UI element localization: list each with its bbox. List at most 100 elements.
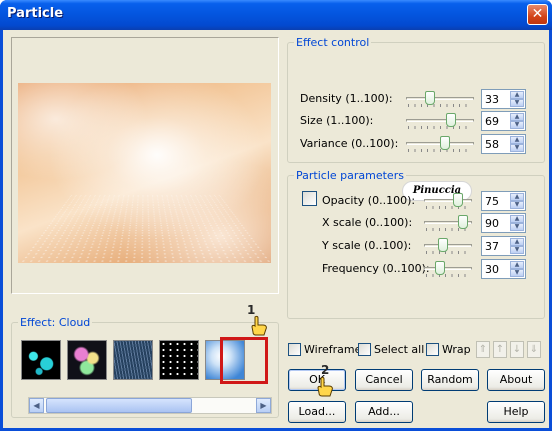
- size-spinbox[interactable]: 69 ▲ ▼: [481, 111, 526, 131]
- arrow-down-icon: ↓: [512, 344, 522, 355]
- density-label: Density (1..100):: [300, 92, 393, 105]
- thumb-bokeh[interactable]: [67, 340, 107, 380]
- frequency-spinbox[interactable]: 30 ▲ ▼: [481, 259, 526, 279]
- density-spinbox[interactable]: 33 ▲ ▼: [481, 89, 526, 109]
- slider-knob[interactable]: [438, 238, 449, 252]
- variance-spinbox[interactable]: 58 ▲ ▼: [481, 134, 526, 154]
- frequency-slider[interactable]: [424, 259, 472, 279]
- spin-up-icon[interactable]: ▲: [510, 215, 524, 223]
- opacity-spinbox[interactable]: 75 ▲ ▼: [481, 191, 526, 211]
- spin-up-icon[interactable]: ▲: [510, 238, 524, 246]
- wrap-label: Wrap: [442, 343, 471, 356]
- scroll-right-button[interactable]: ▶: [256, 398, 271, 413]
- add-button[interactable]: Add...: [355, 401, 413, 423]
- scroll-thumb[interactable]: [46, 398, 192, 413]
- spin-down-icon[interactable]: ▼: [510, 201, 524, 209]
- opacity-slider[interactable]: [424, 191, 472, 211]
- spin-down-icon[interactable]: ▼: [510, 269, 524, 277]
- spin-down-icon[interactable]: ▼: [510, 99, 524, 107]
- load-button[interactable]: Load...: [288, 401, 346, 423]
- thumb-rain[interactable]: [113, 340, 153, 380]
- x-scale-spinbox[interactable]: 90 ▲ ▼: [481, 213, 526, 233]
- thumb-stars[interactable]: [159, 340, 199, 380]
- spin-up-icon[interactable]: ▲: [510, 113, 524, 121]
- dialog-body: Effect: Cloud ◀ ▶ Effect control Density…: [3, 30, 549, 428]
- density-slider[interactable]: [406, 89, 474, 109]
- size-row: Size (1..100): 69 ▲ ▼: [300, 111, 540, 131]
- x-scale-row: X scale (0..100): 90 ▲ ▼: [322, 213, 542, 233]
- opacity-checkbox[interactable]: [302, 191, 317, 206]
- thumbnail-scrollbar[interactable]: ◀ ▶: [28, 397, 272, 414]
- slider-knob[interactable]: [435, 261, 446, 275]
- preview-panel: [11, 37, 279, 294]
- cancel-button[interactable]: Cancel: [355, 369, 413, 391]
- window-title: Particle: [7, 6, 64, 21]
- arrow-left-icon: ◀: [33, 401, 40, 410]
- scroll-left-button[interactable]: ◀: [29, 398, 44, 413]
- slider-knob[interactable]: [439, 136, 450, 150]
- y-scale-spinbox[interactable]: 37 ▲ ▼: [481, 236, 526, 256]
- variance-value: 58: [485, 138, 499, 151]
- spin-up-icon[interactable]: ▲: [510, 193, 524, 201]
- slider-ticks: [426, 251, 470, 254]
- variance-slider[interactable]: [406, 134, 474, 154]
- preview-image: [18, 83, 271, 263]
- frequency-row: Frequency (0..100): 30 ▲ ▼: [322, 259, 542, 279]
- select-all-label: Select all: [374, 343, 425, 356]
- layer-order-buttons: ⇑ ↑ ↓ ⇓: [476, 341, 546, 359]
- particle-dots: [18, 194, 271, 263]
- spin-down-icon[interactable]: ▼: [510, 223, 524, 231]
- arrow-up-icon: ↑: [495, 344, 505, 355]
- variance-row: Variance (0..100): 58 ▲ ▼: [300, 134, 540, 154]
- close-icon: ✕: [531, 6, 544, 22]
- x-scale-label: X scale (0..100):: [322, 216, 413, 229]
- pointing-hand-icon: [317, 376, 333, 397]
- arrow-right-icon: ▶: [260, 401, 267, 410]
- wireframe-label: Wireframe: [304, 343, 362, 356]
- size-label: Size (1..100):: [300, 114, 374, 127]
- slider-knob[interactable]: [425, 91, 436, 105]
- slider-knob[interactable]: [446, 113, 457, 127]
- frequency-label: Frequency (0..100):: [322, 262, 430, 275]
- x-scale-value: 90: [485, 217, 499, 230]
- spin-up-icon[interactable]: ▲: [510, 261, 524, 269]
- slider-ticks: [408, 126, 472, 129]
- help-button[interactable]: Help: [487, 401, 545, 423]
- thumb-bubbles[interactable]: [21, 340, 61, 380]
- effect-control-label: Effect control: [296, 36, 370, 49]
- spin-up-icon[interactable]: ▲: [510, 136, 524, 144]
- y-scale-row: Y scale (0..100): 37 ▲ ▼: [322, 236, 542, 256]
- slider-knob[interactable]: [458, 215, 469, 229]
- slider-track: [424, 267, 472, 270]
- frequency-value: 30: [485, 263, 499, 276]
- slider-knob[interactable]: [452, 193, 463, 207]
- slider-ticks: [426, 274, 470, 277]
- wrap-checkbox[interactable]: [426, 343, 439, 356]
- spin-down-icon[interactable]: ▼: [510, 144, 524, 152]
- particle-parameters-label: Particle parameters: [296, 169, 404, 182]
- close-button[interactable]: ✕: [527, 4, 548, 25]
- move-up-button[interactable]: ↑: [493, 341, 507, 358]
- x-scale-slider[interactable]: [424, 213, 472, 233]
- slider-ticks: [408, 104, 472, 107]
- title-bar[interactable]: Particle ✕: [0, 0, 552, 30]
- opacity-label: Opacity (0..100):: [322, 194, 416, 207]
- density-value: 33: [485, 93, 499, 106]
- spin-down-icon[interactable]: ▼: [510, 121, 524, 129]
- size-slider[interactable]: [406, 111, 474, 131]
- slider-ticks: [426, 206, 470, 209]
- slider-track: [406, 119, 474, 122]
- spin-down-icon[interactable]: ▼: [510, 246, 524, 254]
- move-bottom-button[interactable]: ⇓: [527, 341, 541, 358]
- step-marker-2: 2: [321, 363, 330, 377]
- about-button[interactable]: About: [487, 369, 545, 391]
- random-button[interactable]: Random: [421, 369, 479, 391]
- y-scale-slider[interactable]: [424, 236, 472, 256]
- move-down-button[interactable]: ↓: [510, 341, 524, 358]
- spin-up-icon[interactable]: ▲: [510, 91, 524, 99]
- move-top-button[interactable]: ⇑: [476, 341, 490, 358]
- density-row: Density (1..100): 33 ▲ ▼: [300, 89, 540, 109]
- wireframe-checkbox[interactable]: [288, 343, 301, 356]
- particle-window: Particle ✕ Effect: Cloud ◀ ▶ Effect cont…: [0, 0, 552, 431]
- select-all-checkbox[interactable]: [358, 343, 371, 356]
